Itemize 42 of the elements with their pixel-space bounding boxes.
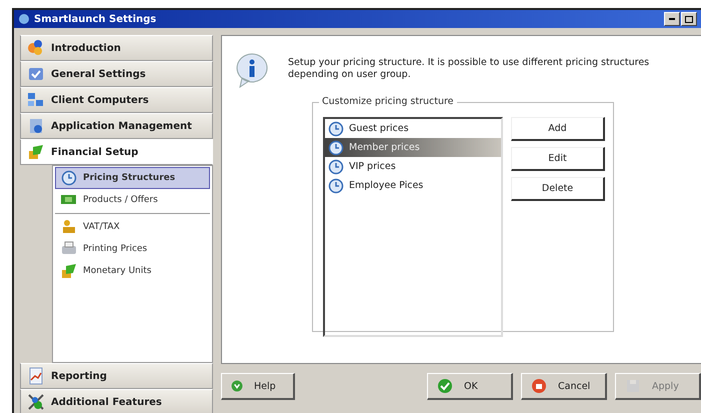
clock-icon (327, 158, 345, 176)
sidebar-category[interactable]: General Settings (20, 61, 213, 87)
info-icon (234, 52, 270, 88)
list-item[interactable]: Employee Pices (325, 176, 501, 195)
sidebar-item[interactable]: Pricing Structures (55, 167, 210, 189)
clock-icon (60, 169, 78, 187)
minimize-icon (669, 18, 675, 20)
window-title: Smartlaunch Settings (34, 14, 156, 24)
dialog-button[interactable]: Cancel (521, 373, 607, 400)
action-button[interactable]: Edit (511, 147, 605, 171)
action-button[interactable]: Delete (511, 177, 605, 201)
clock-icon (327, 120, 345, 138)
sidebar-category[interactable]: Client Computers (20, 87, 213, 113)
list-item[interactable]: Member prices (325, 138, 501, 157)
clock-icon (327, 176, 345, 194)
sidebar-category[interactable]: Additional Features (20, 389, 213, 413)
chart-icon (27, 367, 45, 385)
sidebar-item[interactable]: Products / Offers (55, 189, 210, 211)
sidebar-category[interactable]: Introduction (20, 35, 213, 61)
help-button[interactable]: Help (221, 373, 295, 400)
stop-icon (530, 377, 548, 395)
coins-icon (60, 218, 78, 236)
sidebar-item[interactable]: Printing Prices (55, 238, 210, 260)
sidebar-item[interactable]: VAT/TAX (55, 216, 210, 238)
dialog-button[interactable]: OK (427, 373, 513, 400)
list-item[interactable]: VIP prices (325, 157, 501, 176)
info-text: Setup your pricing structure. It is possible to use different pricing structures depending on user group. (288, 57, 650, 81)
sidebar-category[interactable]: Financial Setup (20, 139, 213, 165)
app-icon (18, 13, 30, 25)
action-button[interactable]: Add (511, 117, 605, 141)
application-icon (27, 117, 45, 135)
clock-icon (327, 138, 345, 156)
checkmark-icon (436, 377, 454, 395)
groupbox-title: Customize pricing structure (319, 96, 457, 107)
minimize-button[interactable] (664, 12, 680, 26)
help-icon (230, 379, 244, 393)
sidebar-item[interactable]: Monetary Units (55, 260, 210, 282)
maximize-icon (685, 16, 693, 22)
sidebar-category[interactable]: Reporting (20, 363, 213, 389)
maximize-button[interactable] (681, 12, 697, 26)
list-item[interactable]: Guest prices (325, 119, 501, 138)
sidebar-category[interactable]: Application Management (20, 113, 213, 139)
